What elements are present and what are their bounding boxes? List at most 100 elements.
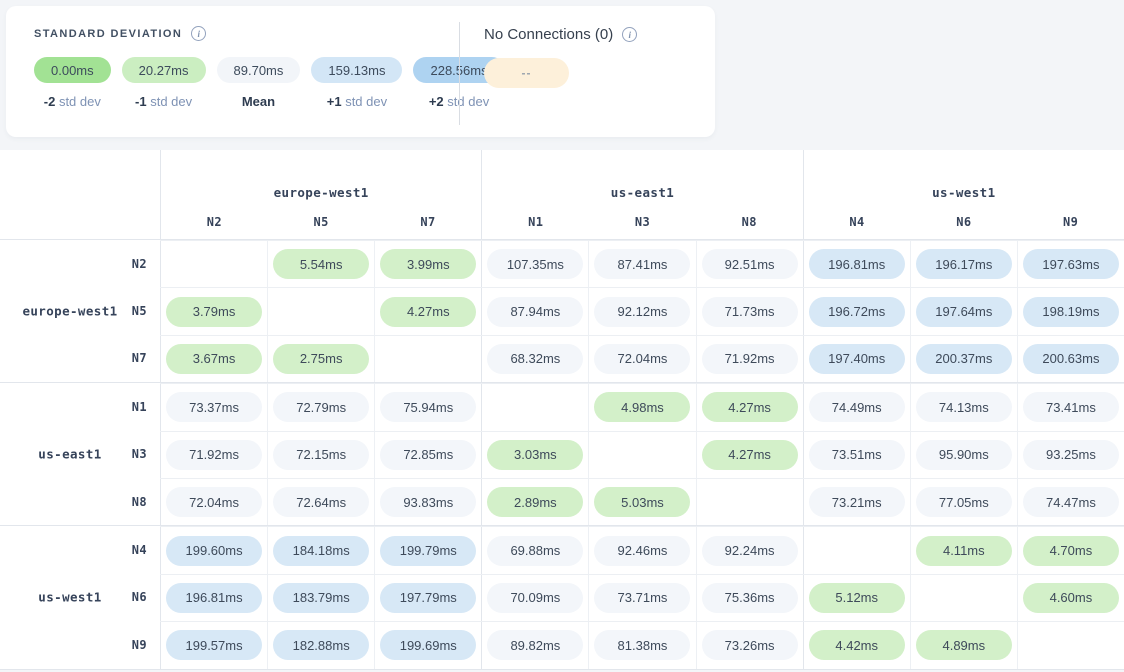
row-cells: 196.81ms 183.79ms 197.79ms 70.09ms 73.71ms 75… bbox=[160, 574, 1124, 621]
latency-pill[interactable]: 3.67ms bbox=[166, 344, 262, 374]
latency-pill[interactable]: 74.47ms bbox=[1023, 487, 1119, 517]
latency-pill[interactable]: 184.18ms bbox=[273, 536, 369, 566]
latency-pill[interactable]: 74.13ms bbox=[916, 392, 1012, 422]
latency-pill[interactable]: 75.36ms bbox=[702, 583, 798, 613]
latency-pill[interactable]: 4.42ms bbox=[809, 630, 905, 660]
latency-pill[interactable]: 72.64ms bbox=[273, 487, 369, 517]
latency-pill[interactable]: 93.25ms bbox=[1023, 440, 1119, 470]
latency-pill[interactable]: 92.51ms bbox=[702, 249, 798, 279]
latency-cell bbox=[160, 241, 267, 287]
latency-pill[interactable]: 72.04ms bbox=[166, 487, 262, 517]
latency-cell: 4.89ms bbox=[910, 622, 1017, 668]
latency-pill[interactable]: 72.15ms bbox=[273, 440, 369, 470]
latency-pill[interactable]: 72.79ms bbox=[273, 392, 369, 422]
latency-pill[interactable]: 4.98ms bbox=[594, 392, 690, 422]
latency-pill[interactable]: 196.72ms bbox=[809, 297, 905, 327]
latency-pill[interactable]: 196.81ms bbox=[809, 249, 905, 279]
latency-pill[interactable]: 70.09ms bbox=[487, 583, 583, 613]
latency-pill[interactable]: 182.88ms bbox=[273, 630, 369, 660]
legend-stop-3: 159.13ms+1 std dev bbox=[311, 57, 402, 109]
latency-pill[interactable]: 73.71ms bbox=[594, 583, 690, 613]
legend-stop-label: -2 std dev bbox=[44, 94, 101, 109]
no-connections-pill: -- bbox=[484, 58, 569, 88]
latency-pill[interactable]: 95.90ms bbox=[916, 440, 1012, 470]
latency-pill[interactable]: 199.79ms bbox=[380, 536, 476, 566]
latency-cell: 93.83ms bbox=[374, 479, 481, 525]
latency-pill[interactable]: 72.85ms bbox=[380, 440, 476, 470]
latency-cell bbox=[588, 432, 695, 478]
latency-pill[interactable]: 200.63ms bbox=[1023, 344, 1119, 374]
latency-pill[interactable]: 71.73ms bbox=[702, 297, 798, 327]
latency-pill[interactable]: 73.37ms bbox=[166, 392, 262, 422]
latency-pill[interactable]: 4.27ms bbox=[702, 440, 798, 470]
matrix-row-N7: N73.67ms2.75ms68.32ms72.04ms71.92ms197.4… bbox=[0, 335, 1124, 382]
latency-pill[interactable]: 72.04ms bbox=[594, 344, 690, 374]
latency-pill[interactable]: 2.89ms bbox=[487, 487, 583, 517]
latency-cell: 71.92ms bbox=[160, 432, 267, 478]
latency-pill[interactable]: 92.12ms bbox=[594, 297, 690, 327]
latency-pill[interactable]: 4.89ms bbox=[916, 630, 1012, 660]
latency-pill[interactable]: 4.60ms bbox=[1023, 583, 1119, 613]
latency-pill[interactable]: 75.94ms bbox=[380, 392, 476, 422]
latency-pill[interactable]: 74.49ms bbox=[809, 392, 905, 422]
latency-pill[interactable]: 4.70ms bbox=[1023, 536, 1119, 566]
latency-pill[interactable]: 197.79ms bbox=[380, 583, 476, 613]
info-icon[interactable]: i bbox=[191, 26, 206, 41]
latency-pill[interactable]: 87.41ms bbox=[594, 249, 690, 279]
latency-pill[interactable]: 199.57ms bbox=[166, 630, 262, 660]
latency-pill[interactable]: 196.81ms bbox=[166, 583, 262, 613]
latency-pill[interactable]: 5.03ms bbox=[594, 487, 690, 517]
latency-pill[interactable]: 4.11ms bbox=[916, 536, 1012, 566]
latency-pill[interactable]: 197.40ms bbox=[809, 344, 905, 374]
latency-pill[interactable]: 92.24ms bbox=[702, 536, 798, 566]
latency-matrix: europe-west1N2N5N7us-east1N1N3N8us-west1… bbox=[0, 150, 1124, 670]
latency-pill[interactable]: 69.88ms bbox=[487, 536, 583, 566]
latency-pill[interactable]: 87.94ms bbox=[487, 297, 583, 327]
latency-pill[interactable]: 2.75ms bbox=[273, 344, 369, 374]
latency-pill[interactable]: 198.19ms bbox=[1023, 297, 1119, 327]
latency-pill[interactable]: 77.05ms bbox=[916, 487, 1012, 517]
latency-pill[interactable]: 81.38ms bbox=[594, 630, 690, 660]
latency-pill[interactable]: 3.03ms bbox=[487, 440, 583, 470]
legend-pill: 89.70ms bbox=[217, 57, 301, 83]
latency-pill[interactable]: 92.46ms bbox=[594, 536, 690, 566]
info-icon[interactable]: i bbox=[622, 27, 637, 42]
latency-pill[interactable]: 73.41ms bbox=[1023, 392, 1119, 422]
row-group-us-west1: us-west1N4199.60ms184.18ms199.79ms69.88m… bbox=[0, 525, 1124, 668]
row-head: N1 bbox=[0, 383, 160, 430]
latency-pill[interactable]: 89.82ms bbox=[487, 630, 583, 660]
latency-pill[interactable]: 93.83ms bbox=[380, 487, 476, 517]
latency-cell: 92.46ms bbox=[588, 527, 695, 573]
latency-pill[interactable]: 107.35ms bbox=[487, 249, 583, 279]
latency-pill[interactable]: 71.92ms bbox=[166, 440, 262, 470]
latency-pill[interactable]: 71.92ms bbox=[702, 344, 798, 374]
legend-stop-0: 0.00ms-2 std dev bbox=[34, 57, 111, 109]
latency-pill[interactable]: 73.21ms bbox=[809, 487, 905, 517]
latency-cell bbox=[1017, 622, 1124, 668]
latency-pill[interactable]: 200.37ms bbox=[916, 344, 1012, 374]
row-region-label: us-west1 bbox=[0, 590, 140, 605]
latency-pill[interactable]: 68.32ms bbox=[487, 344, 583, 374]
latency-pill[interactable]: 199.60ms bbox=[166, 536, 262, 566]
latency-cell: 73.41ms bbox=[1017, 384, 1124, 430]
latency-cell: 199.69ms bbox=[374, 622, 481, 668]
latency-pill[interactable]: 73.51ms bbox=[809, 440, 905, 470]
latency-pill[interactable]: 4.27ms bbox=[380, 297, 476, 327]
latency-pill[interactable]: 196.17ms bbox=[916, 249, 1012, 279]
latency-pill[interactable]: 5.54ms bbox=[273, 249, 369, 279]
latency-pill[interactable]: 3.99ms bbox=[380, 249, 476, 279]
latency-pill[interactable]: 197.63ms bbox=[1023, 249, 1119, 279]
latency-pill[interactable]: 5.12ms bbox=[809, 583, 905, 613]
latency-pill[interactable]: 197.64ms bbox=[916, 297, 1012, 327]
latency-pill[interactable]: 73.26ms bbox=[702, 630, 798, 660]
latency-pill[interactable]: 3.79ms bbox=[166, 297, 262, 327]
latency-cell bbox=[803, 527, 910, 573]
latency-cell: 81.38ms bbox=[588, 622, 695, 668]
latency-cell: 93.25ms bbox=[1017, 432, 1124, 478]
row-cells: 199.60ms 184.18ms 199.79ms 69.88ms 92.46ms 92… bbox=[160, 526, 1124, 573]
row-region-label: europe-west1 bbox=[0, 304, 140, 319]
latency-pill[interactable]: 4.27ms bbox=[702, 392, 798, 422]
latency-pill[interactable]: 183.79ms bbox=[273, 583, 369, 613]
latency-pill[interactable]: 199.69ms bbox=[380, 630, 476, 660]
latency-cell: 199.60ms bbox=[160, 527, 267, 573]
